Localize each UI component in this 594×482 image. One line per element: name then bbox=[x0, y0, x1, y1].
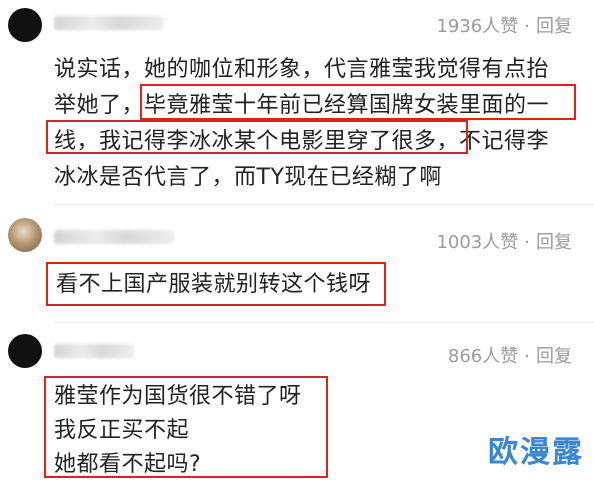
avatar[interactable] bbox=[8, 218, 42, 252]
highlighted-comment-body: 雅莹作为国货很不错了呀 我反正买不起 她都看不起吗? bbox=[44, 376, 328, 478]
reply-button[interactable]: 回复 bbox=[536, 346, 572, 367]
meta-separator: · bbox=[524, 346, 530, 367]
like-count[interactable]: 1003人赞 bbox=[436, 232, 518, 253]
highlight-box bbox=[46, 120, 468, 154]
reply-button[interactable]: 回复 bbox=[536, 232, 572, 253]
username-blurred[interactable] bbox=[54, 16, 164, 30]
comment-line: 雅莹作为国货很不错了呀 bbox=[54, 384, 302, 409]
avatar[interactable] bbox=[8, 8, 42, 42]
highlight-box bbox=[140, 84, 576, 120]
username-blurred[interactable] bbox=[54, 344, 134, 358]
reply-button[interactable]: 回复 bbox=[536, 16, 572, 37]
comment-meta: 1936人赞 · 回复 bbox=[436, 12, 572, 38]
comment-meta: 866人赞 · 回复 bbox=[448, 342, 572, 368]
meta-separator: · bbox=[524, 16, 530, 37]
avatar[interactable] bbox=[8, 334, 42, 368]
like-count[interactable]: 866人赞 bbox=[448, 346, 518, 367]
comment-line: 冰冰是否代言了，而TY现在已经糊了啊 bbox=[54, 165, 442, 190]
comment-line: 她都看不起吗? bbox=[54, 452, 202, 477]
username-blurred[interactable] bbox=[54, 230, 174, 244]
watermark-logo: 欧漫露 bbox=[488, 435, 584, 470]
comment-line: 看不上国产服装就别转这个钱呀 bbox=[56, 272, 372, 297]
divider bbox=[54, 204, 594, 205]
comment-line: 说实话，她的咖位和形象，代言雅莹我觉得有点抬 bbox=[54, 57, 550, 82]
meta-separator: · bbox=[524, 232, 530, 253]
like-count[interactable]: 1936人赞 bbox=[436, 16, 518, 37]
highlighted-comment-body: 看不上国产服装就别转这个钱呀 bbox=[46, 262, 386, 306]
divider bbox=[54, 322, 594, 323]
comment-line: 我反正买不起 bbox=[54, 418, 190, 443]
comment-meta: 1003人赞 · 回复 bbox=[436, 228, 572, 254]
